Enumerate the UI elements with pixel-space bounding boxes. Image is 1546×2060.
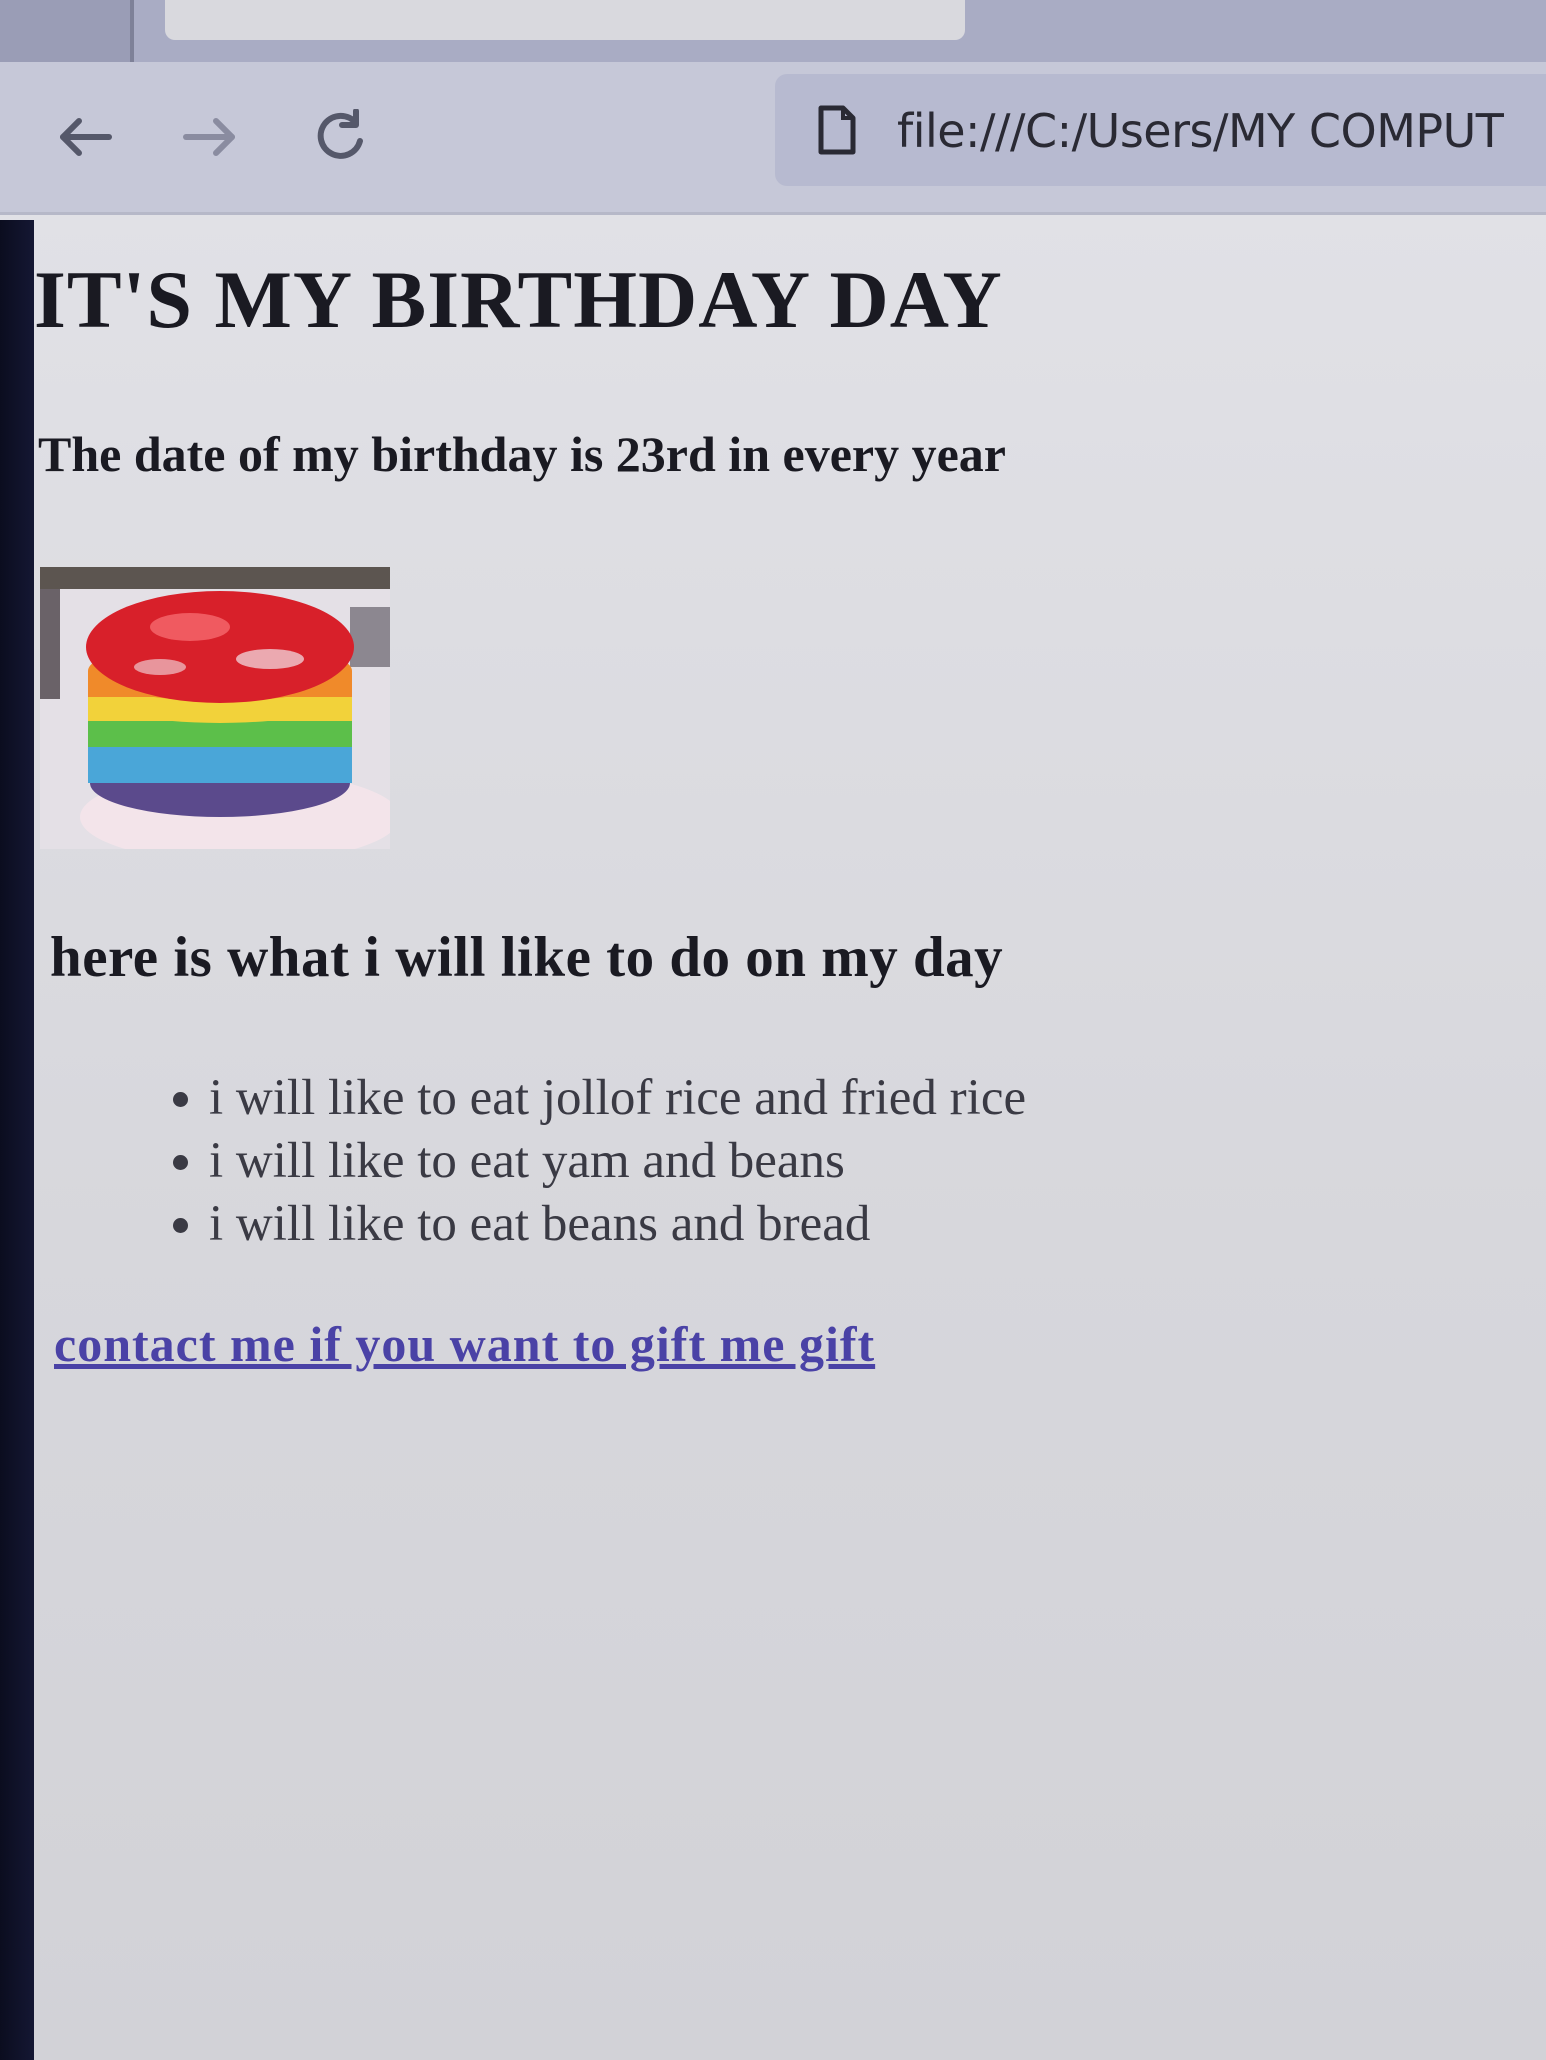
birthday-date: The date of my birthday is 23rd in every… [38,426,1006,482]
plans-heading: here is what i will like to do on my day [50,926,1004,989]
back-button[interactable] [50,102,120,172]
reload-icon [317,109,363,159]
file-icon [818,105,856,155]
arrow-right-icon [183,118,235,156]
list-item: i will like to eat jollof rice and fried… [209,1067,1026,1130]
tab-strip [0,0,1546,62]
page-title: IT'S MY BIRTHDAY DAY [34,254,1003,345]
browser-toolbar: file:///C:/Users/MY COMPUT [0,62,1546,215]
list-item: i will like to eat beans and bread [209,1193,1026,1256]
browser-screen: file:///C:/Users/MY COMPUT IT'S MY BIRTH… [0,0,1546,2060]
url-text[interactable]: file:///C:/Users/MY COMPUT [897,104,1504,158]
forward-button[interactable] [175,102,245,172]
gift-contact-link[interactable]: contact me if you want to gift me gift [54,1315,875,1373]
address-bar[interactable]: file:///C:/Users/MY COMPUT [775,74,1546,186]
monitor-bezel [0,220,34,2060]
reload-button[interactable] [305,102,375,172]
arrow-left-icon [60,118,112,156]
list-item: i will like to eat yam and beans [209,1130,1026,1193]
wish-list: i will like to eat jollof rice and fried… [154,1067,1026,1256]
page-content: IT'S MY BIRTHDAY DAY The date of my birt… [34,215,1546,2060]
cake-image [40,567,390,849]
tab-active[interactable] [165,0,965,40]
tab-inactive[interactable] [0,0,134,62]
